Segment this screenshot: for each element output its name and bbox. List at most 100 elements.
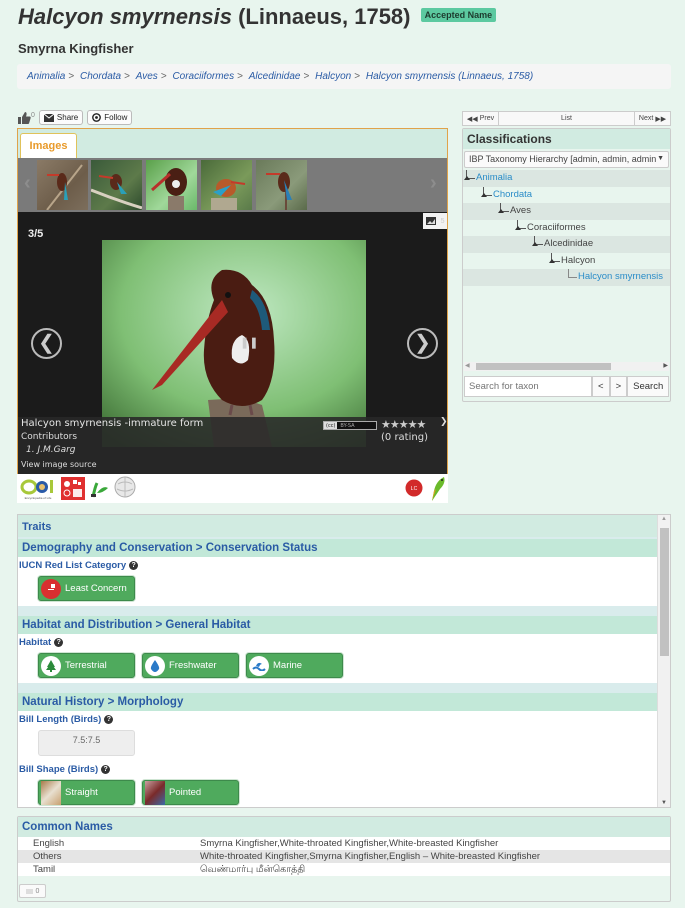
trait-value-pointed[interactable]: Pointed [142, 780, 239, 805]
breadcrumb-separator: > [354, 71, 361, 82]
breadcrumb-aves[interactable]: Aves [136, 71, 158, 82]
names: வெண்மார்பு மீன்கொத்தி [200, 863, 306, 875]
tab-images[interactable]: Images [20, 133, 77, 158]
tree-icon [41, 655, 61, 676]
dropdown-caret-icon: ▼ [657, 155, 664, 162]
species-navigation: ◀◀ Prev List Next ▶▶ [462, 111, 671, 126]
tree-node-halcyon[interactable]: Halcyon [463, 252, 670, 270]
common-names-panel: Common Names English Smyrna Kingfisher,W… [17, 816, 671, 902]
follow-button[interactable]: Follow [87, 110, 133, 125]
wikipedia-logo[interactable] [114, 476, 136, 498]
help-icon[interactable]: ? [129, 560, 139, 570]
thumbnail-3[interactable] [146, 160, 197, 210]
straight-bill-image [41, 780, 61, 805]
breadcrumb-alcedinidae[interactable]: Alcedinidae [249, 71, 301, 82]
breadcrumb-coraciiformes[interactable]: Coraciiformes [172, 71, 234, 82]
tree-node-animalia[interactable]: Animalia [463, 170, 670, 187]
breadcrumb-species[interactable]: Halcyon smyrnensis (Linnaeus, 1758) [366, 71, 533, 82]
trait-habitat: Habitat ? [18, 634, 657, 650]
image-icon [425, 217, 436, 225]
search-button[interactable]: Search [627, 376, 670, 397]
chevron-down-icon[interactable]: ❯ [440, 417, 448, 427]
prev-image-button[interactable]: ❮ [31, 328, 62, 359]
trait-label: IUCN Red List Category [19, 559, 127, 571]
bird-logo[interactable] [428, 475, 446, 502]
common-name-row: English Smyrna Kingfisher,White-throated… [18, 837, 670, 850]
trait-bill-length: Bill Length (Birds) ? [18, 711, 657, 727]
thumbnail-5[interactable] [256, 160, 307, 210]
pause-icon[interactable]: ❚❚ [240, 336, 258, 349]
trait-value-freshwater[interactable]: Freshwater [142, 653, 239, 678]
main-image[interactable] [102, 240, 366, 447]
external-links-bar: Encyclopedia of Life LC [17, 474, 448, 503]
thumbnail-2[interactable] [90, 160, 143, 210]
trait-label: Habitat [19, 636, 52, 648]
contributor-name: 1. J.M.Garg [26, 445, 76, 455]
breadcrumb-chordata[interactable]: Chordata [80, 71, 121, 82]
help-icon[interactable]: ? [104, 714, 114, 724]
thumbnail-strip: ‹ › [18, 158, 447, 212]
help-icon[interactable]: ? [54, 637, 64, 647]
like-button[interactable]: 0 [18, 111, 35, 124]
scroll-left-icon[interactable]: ◀ [465, 362, 470, 369]
scrollbar-thumb[interactable] [660, 528, 669, 656]
traits-vertical-scrollbar[interactable]: ▲ ▼ [657, 515, 670, 807]
hierarchy-select[interactable]: IBP Taxonomy Hierarchy [admin, admin, ad… [464, 151, 669, 168]
breadcrumb-separator: > [237, 71, 243, 82]
scrollbar-thumb[interactable] [476, 363, 611, 370]
follow-label: Follow [104, 113, 128, 122]
section-general-habitat: Habitat and Distribution > General Habit… [18, 614, 657, 634]
tree-node-chordata[interactable]: Chordata [463, 186, 670, 204]
view-image-source-link[interactable]: View image source [21, 460, 97, 469]
tree-node-aves[interactable]: Aves [463, 203, 670, 220]
thumb-prev-icon[interactable]: ‹ [24, 172, 31, 195]
breadcrumb-animalia[interactable]: Animalia [27, 71, 65, 82]
trait-value-straight[interactable]: Straight [38, 780, 135, 805]
tree-node-alcedinidae[interactable]: Alcedinidae [463, 236, 670, 253]
help-icon[interactable]: ? [101, 764, 111, 774]
common-name-heading: Smyrna Kingfisher [18, 41, 134, 56]
trait-value-marine[interactable]: Marine [246, 653, 343, 678]
envelope-icon [43, 113, 54, 122]
search-prev-button[interactable]: < [592, 376, 610, 397]
bill-length-value: 7.5:7.5 [38, 730, 135, 756]
image-count-badge: 5 [423, 213, 447, 229]
trait-value-terrestrial[interactable]: Terrestrial [38, 653, 135, 678]
image-caption: Halcyon smyrnensis -immature form [21, 418, 204, 429]
scroll-right-icon[interactable]: ▶ [663, 362, 668, 369]
scroll-up-icon[interactable]: ▲ [661, 516, 667, 522]
thumbnail-4[interactable] [201, 160, 252, 210]
prev-species-button[interactable]: ◀◀ Prev [463, 112, 499, 125]
list-button[interactable]: List [499, 112, 634, 125]
thumbnail-1[interactable] [37, 160, 88, 211]
comment-button[interactable]: 0 [19, 884, 46, 898]
next-image-button[interactable]: ❯ [407, 328, 438, 359]
gbif-logo[interactable] [89, 479, 109, 499]
trait-value-least-concern[interactable]: Least Concern [38, 576, 135, 601]
hierarchy-selected: IBP Taxonomy Hierarchy [admin, admin, ad… [469, 154, 657, 164]
breadcrumb-separator: > [124, 71, 130, 82]
least-concern-logo[interactable]: LC [405, 479, 423, 497]
next-species-button[interactable]: Next ▶▶ [634, 112, 670, 125]
tree-node-coraciiformes[interactable]: Coraciiformes [463, 219, 670, 237]
scroll-down-icon[interactable]: ▼ [661, 800, 667, 806]
image-counter: 3/5 [28, 228, 44, 240]
search-next-button[interactable]: > [609, 376, 628, 397]
taxon-search-input[interactable] [464, 376, 592, 397]
thumbs-up-icon [18, 111, 31, 124]
least-concern-logo-text: LC [411, 486, 418, 492]
double-left-icon: ◀◀ [466, 115, 478, 123]
breadcrumb: Animalia > Chordata > Aves > Coraciiformes >… [17, 64, 671, 89]
tree-node-halcyon-smyrnensis[interactable]: Halcyon smyrnensis [463, 269, 670, 286]
taxonomy-tree: Animalia Chordata Aves Coraciiformes Alc… [463, 170, 670, 286]
thumb-next-icon[interactable]: › [430, 172, 437, 195]
eol-logo[interactable]: Encyclopedia of Life [20, 477, 56, 501]
license-badge[interactable]: (cc) BY-SA [323, 421, 377, 430]
breadcrumb-halcyon[interactable]: Halcyon [315, 71, 351, 82]
iucn-red-list-logo[interactable] [61, 477, 85, 500]
share-button[interactable]: Share [38, 110, 84, 125]
rating-stars[interactable]: ★★★★★ [381, 418, 426, 431]
trait-iucn-category: IUCN Red List Category ? [18, 557, 657, 573]
tree-horizontal-scrollbar[interactable]: ◀ ▶ [464, 362, 669, 371]
like-count: 0 [31, 111, 35, 119]
